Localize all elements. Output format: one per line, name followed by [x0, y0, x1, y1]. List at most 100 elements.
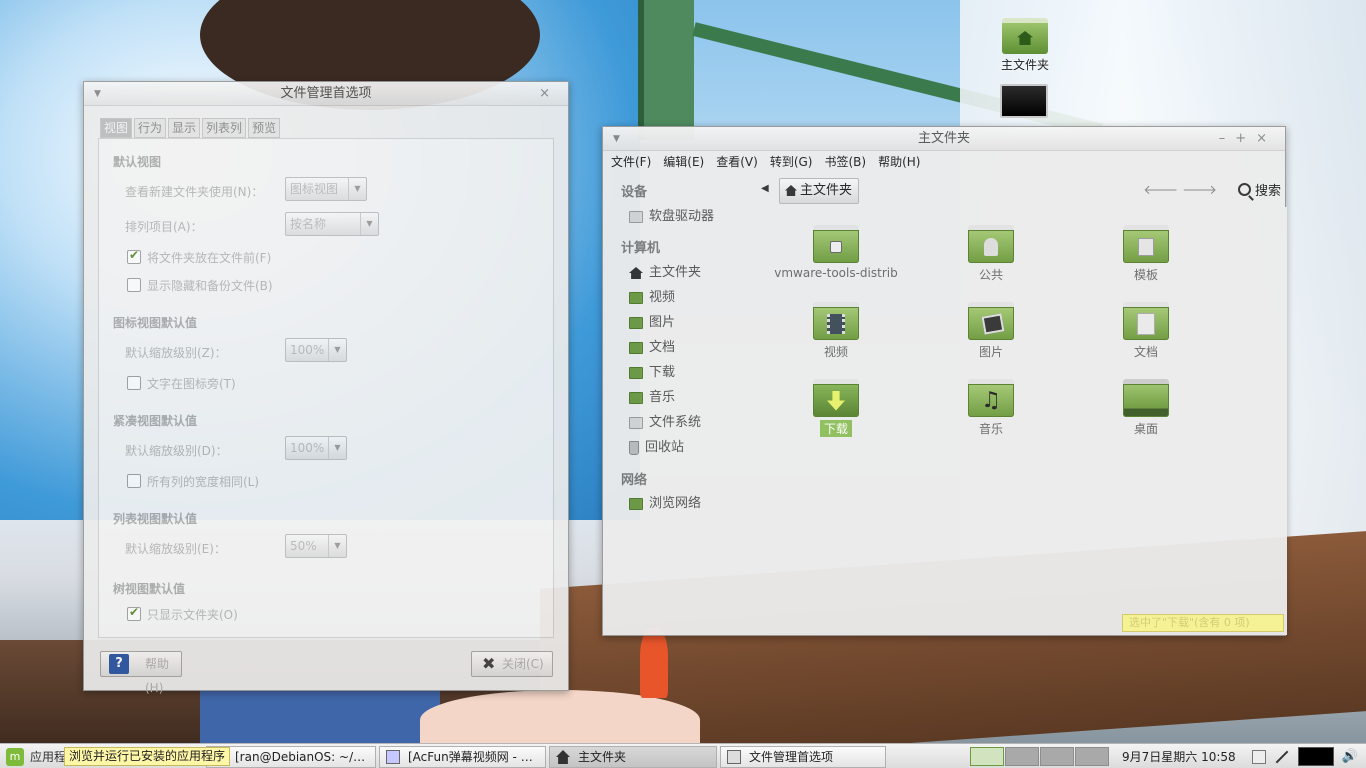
file-item[interactable]: 公共: [916, 225, 1066, 283]
status-bar: 选中了"下载"(含有 0 项): [1122, 614, 1284, 632]
file-item[interactable]: 桌面: [1071, 379, 1221, 437]
only-folders-checkbox[interactable]: [127, 605, 141, 621]
sidebar-item-documents[interactable]: 文档: [629, 338, 675, 358]
close-button[interactable]: ✖ 关闭(C): [471, 651, 553, 677]
same-width-checkbox[interactable]: [127, 474, 141, 488]
sidebar-item-music[interactable]: 音乐: [629, 388, 675, 408]
downloads-folder-icon: [813, 379, 859, 417]
show-hidden-checkbox[interactable]: [127, 278, 141, 292]
help-button[interactable]: ? 帮助(H): [100, 651, 182, 695]
file-item-selected[interactable]: 下载: [761, 379, 911, 437]
task-label: [AcFun弹幕视频网 - …: [408, 750, 533, 764]
task-prefs[interactable]: 文件管理首选项: [720, 746, 886, 768]
task-terminal[interactable]: [ran@DebianOS: ~/…: [206, 746, 376, 768]
sidebar-item-floppy[interactable]: 软盘驱动器: [629, 207, 714, 227]
file-item[interactable]: vmware-tools-distrib: [761, 225, 911, 280]
sidebar-item-filesystem[interactable]: 文件系统: [629, 413, 701, 433]
desktop-computer[interactable]: [994, 84, 1054, 118]
workspace-3[interactable]: [1040, 747, 1074, 766]
file-manager-window: ▼ 主文件夹 –+× 文件(F) 编辑(E) 查看(V) 转到(G) 书签(B)…: [602, 126, 1287, 636]
new-folder-view-select[interactable]: 图标视图 ▼: [285, 177, 367, 201]
wallpaper-cloth: [200, 690, 440, 750]
keyboard-icon[interactable]: [1251, 749, 1266, 764]
window-menu-icon[interactable]: ▼: [613, 127, 620, 151]
icon-zoom-select[interactable]: 100% ▼: [285, 338, 347, 362]
sidebar-item-trash[interactable]: 回收站: [629, 438, 684, 458]
file-item[interactable]: ♫ 音乐: [916, 379, 1066, 437]
task-file-manager[interactable]: 主文件夹: [549, 746, 717, 768]
sidebar-item-videos[interactable]: 视频: [629, 288, 675, 308]
folders-first-label: 将文件夹放在文件前(F): [147, 251, 272, 265]
chevron-down-icon: ▼: [328, 339, 346, 361]
text-beside-checkbox[interactable]: [127, 376, 141, 390]
sidebar-item-home[interactable]: 主文件夹: [629, 263, 701, 283]
sidebar-item-pictures[interactable]: 图片: [629, 313, 675, 333]
file-item[interactable]: 视频: [761, 302, 911, 360]
show-hidden-label: 显示隐藏和备份文件(B): [147, 279, 273, 293]
icon-zoom-label: 默认缩放级别(Z)：: [125, 346, 227, 360]
sort-select[interactable]: 按名称 ▼: [285, 212, 379, 236]
file-item[interactable]: 模板: [1071, 225, 1221, 283]
close-icon: ✖: [482, 654, 496, 673]
sidebar: 设备 软盘驱动器 计算机 主文件夹 视频 图片 文档 下载 音乐 文件系统 回收…: [603, 175, 753, 635]
folders-first-checkbox[interactable]: [127, 248, 141, 264]
tab-list-columns[interactable]: 列表列: [202, 118, 247, 138]
sidebar-item-label: 音乐: [649, 390, 676, 405]
menu-edit[interactable]: 编辑(E): [663, 151, 704, 173]
wallpaper-ribbon: [640, 628, 668, 698]
fm-titlebar[interactable]: ▼ 主文件夹 –+×: [603, 127, 1285, 151]
workspace-2[interactable]: [1005, 747, 1039, 766]
section-compact-view: 紧凑视图默认值: [113, 414, 198, 428]
menu-file[interactable]: 文件(F): [611, 151, 651, 173]
system-monitor-icon[interactable]: [1297, 747, 1334, 766]
file-item[interactable]: 图片: [916, 302, 1066, 360]
fm-title: 主文件夹: [917, 131, 970, 146]
documents-folder-icon: [1123, 302, 1169, 340]
volume-icon[interactable]: 🔊: [1342, 749, 1358, 764]
chevron-down-icon: ▼: [360, 213, 378, 235]
menu-bookmarks[interactable]: 书签(B): [824, 151, 866, 173]
sidebar-item-label: 浏览网络: [649, 496, 702, 511]
trash-icon: [629, 441, 639, 455]
menu-help[interactable]: 帮助(H): [878, 151, 920, 173]
network-cable-icon[interactable]: [1275, 750, 1289, 763]
close-icon[interactable]: ×: [539, 82, 560, 106]
sidebar-devices-title: 设备: [621, 185, 648, 200]
menu-view[interactable]: 查看(V): [716, 151, 758, 173]
menu-go[interactable]: 转到(G): [770, 151, 813, 173]
tab-view[interactable]: 视图: [100, 118, 133, 138]
sidebar-item-network[interactable]: 浏览网络: [629, 494, 701, 514]
sort-label: 排列项目(A)：: [125, 220, 203, 234]
wallpaper-figure: [420, 690, 700, 750]
window-menu-icon[interactable]: ▼: [94, 82, 101, 106]
path-left-arrow-icon[interactable]: ◀: [761, 183, 769, 194]
file-item[interactable]: 文档: [1071, 302, 1221, 360]
search-button[interactable]: 搜索: [1237, 180, 1281, 199]
sidebar-computer-title: 计算机: [621, 241, 661, 256]
back-forward-icon[interactable]: 🡐🡒: [1143, 182, 1221, 198]
sidebar-item-label: 主文件夹: [649, 265, 702, 280]
only-folders-label: 只显示文件夹(O): [147, 608, 238, 622]
sidebar-network-title: 网络: [621, 473, 648, 488]
clock[interactable]: 9月7日星期六 10:58: [1122, 746, 1236, 768]
task-label: 主文件夹: [578, 750, 627, 764]
tab-preview[interactable]: 预览: [248, 118, 281, 138]
tab-display[interactable]: 显示: [168, 118, 201, 138]
sidebar-item-downloads[interactable]: 下载: [629, 363, 675, 383]
window-controls[interactable]: –+×: [1219, 127, 1277, 151]
desktop-home-folder[interactable]: 主文件夹: [995, 18, 1055, 73]
music-folder-icon: [629, 392, 643, 404]
workspace-1[interactable]: [970, 747, 1004, 766]
path-bar: ◀ 主文件夹 🡐🡒 搜索: [753, 175, 1287, 207]
path-button-home[interactable]: 主文件夹: [779, 178, 860, 204]
tab-behavior[interactable]: 行为: [134, 118, 167, 138]
list-zoom-select[interactable]: 50% ▼: [285, 534, 347, 558]
prefs-titlebar[interactable]: ▼ 文件管理首选项 ×: [84, 82, 568, 106]
file-name: 模板: [1133, 268, 1158, 282]
file-name: vmware-tools-distrib: [774, 266, 898, 280]
public-folder-icon: [968, 225, 1014, 263]
compact-zoom-select[interactable]: 100% ▼: [285, 436, 347, 460]
task-browser[interactable]: [AcFun弹幕视频网 - …: [379, 746, 546, 768]
close-button-label: 关闭(C): [502, 657, 544, 671]
workspace-4[interactable]: [1075, 747, 1109, 766]
